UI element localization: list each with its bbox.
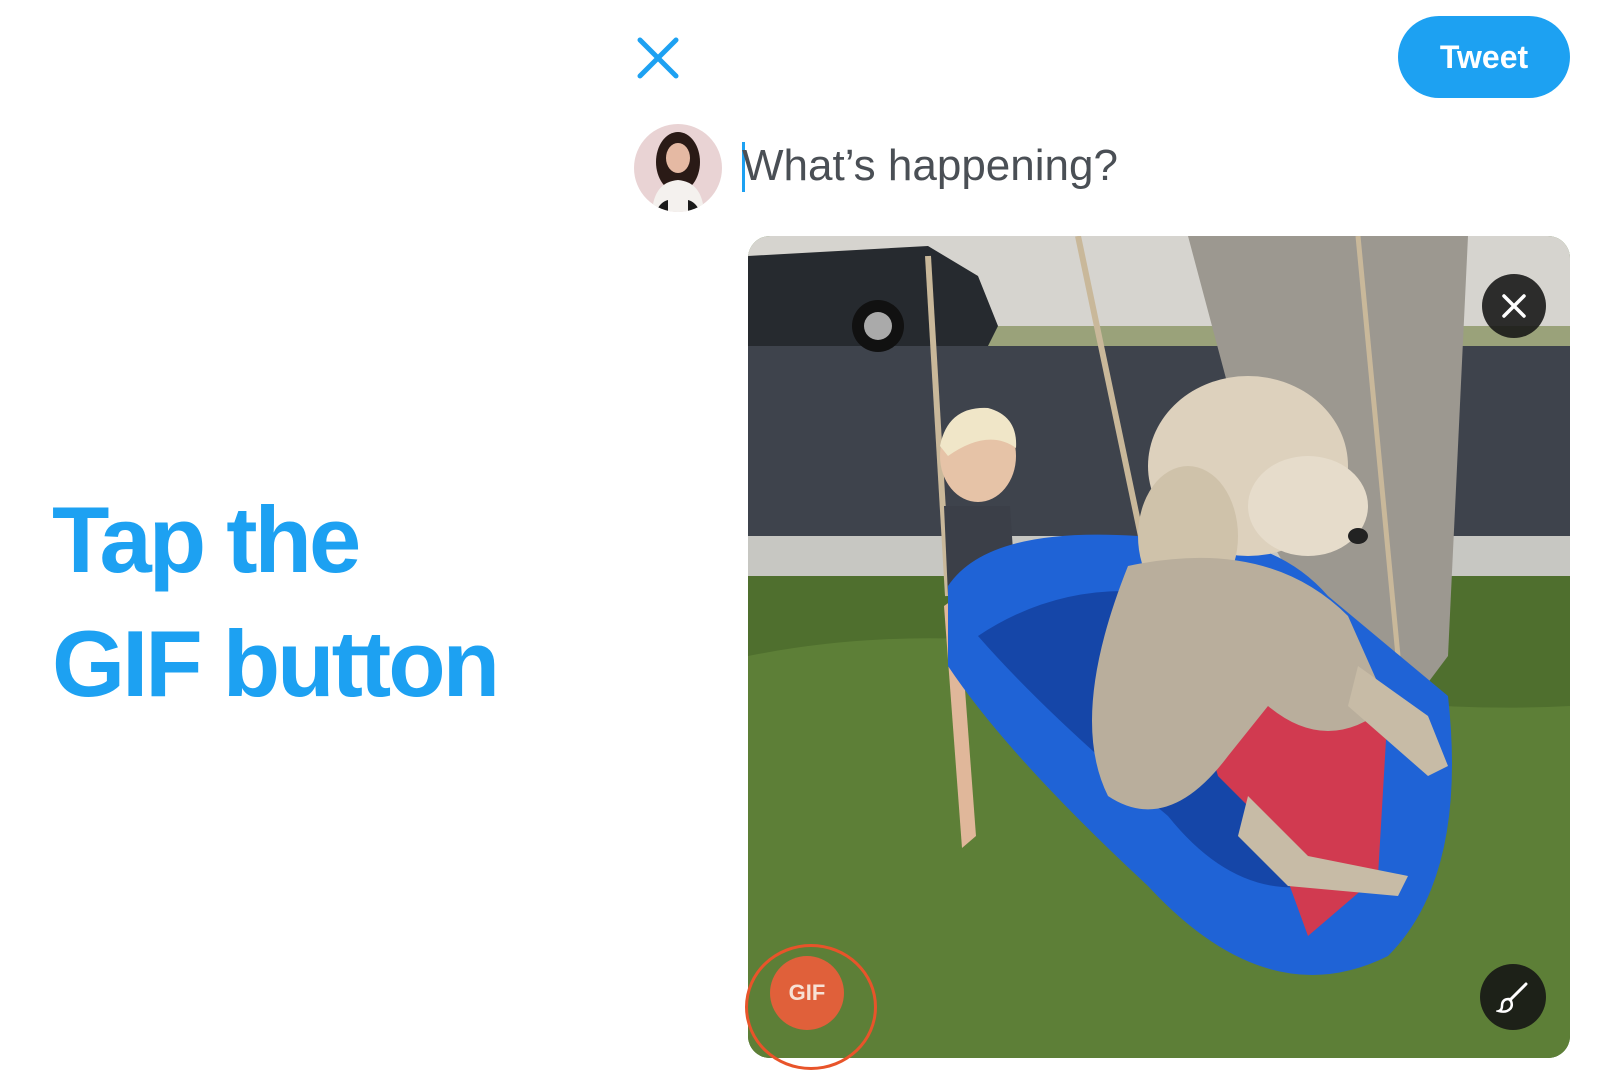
gif-preview-image: [748, 236, 1570, 1058]
instruction-line-2: GIF button: [52, 611, 500, 716]
compose-input[interactable]: [742, 136, 1442, 196]
gif-button-label: GIF: [788, 980, 826, 1005]
avatar: [634, 124, 722, 212]
instruction-text: Tap the GIF button: [52, 478, 500, 726]
tweet-button[interactable]: Tweet: [1398, 16, 1570, 98]
close-icon: [637, 37, 679, 79]
edit-media-button[interactable]: [1480, 964, 1546, 1030]
instruction-line-1: Tap the: [52, 487, 361, 592]
attached-gif-media: GIF: [748, 236, 1570, 1058]
paintbrush-icon: [1496, 982, 1528, 1013]
close-compose-button[interactable]: [630, 30, 686, 86]
gif-button[interactable]: GIF: [770, 956, 844, 1030]
close-icon: [1502, 294, 1526, 318]
remove-media-button[interactable]: [1482, 274, 1546, 338]
